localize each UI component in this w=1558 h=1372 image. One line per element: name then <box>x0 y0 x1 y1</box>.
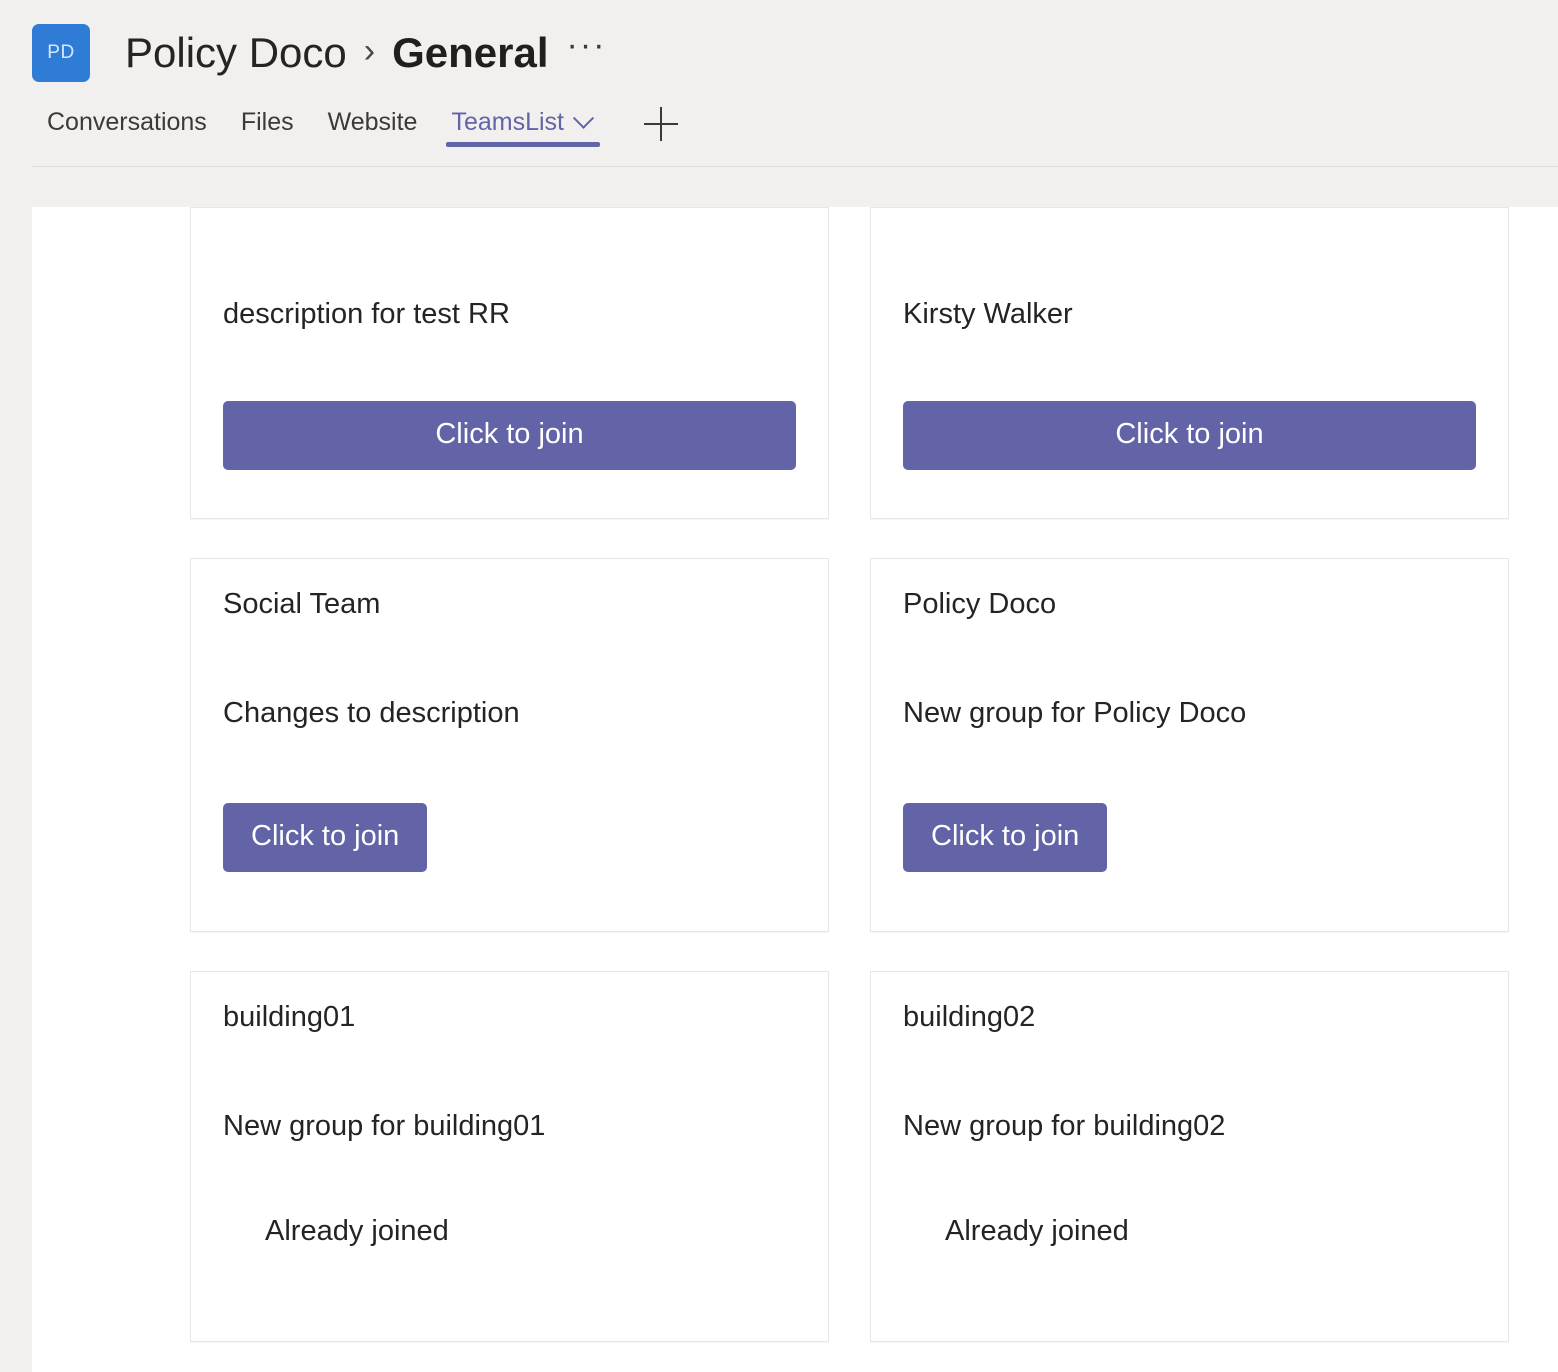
tab-website-label: Website <box>327 108 418 136</box>
team-card-description: New group for building01 <box>223 1109 546 1142</box>
card-row: Social Team Changes to description Click… <box>190 558 1530 932</box>
team-card-description: Changes to description <box>223 696 520 729</box>
more-options-icon[interactable]: ··· <box>567 27 607 62</box>
breadcrumb: Policy Doco › General ··· <box>125 27 607 74</box>
card-row: description for test RR Click to join Ki… <box>190 207 1530 519</box>
teamslist-content-area: description for test RR Click to join Ki… <box>32 207 1558 1372</box>
chevron-down-icon[interactable] <box>572 107 595 129</box>
team-card[interactable]: Policy Doco New group for Policy Doco Cl… <box>870 558 1509 932</box>
breadcrumb-channel-name[interactable]: General <box>392 32 548 74</box>
team-card-title: building02 <box>903 1001 1036 1033</box>
team-card-description: New group for building02 <box>903 1109 1226 1142</box>
tab-files[interactable]: Files <box>224 106 311 155</box>
team-card-description: Kirsty Walker <box>903 298 1073 331</box>
team-avatar-initials: PD <box>47 42 75 63</box>
team-card-description: description for test RR <box>223 298 510 331</box>
breadcrumb-team-name[interactable]: Policy Doco <box>125 32 347 74</box>
team-card[interactable]: description for test RR Click to join <box>190 207 829 519</box>
tab-teamslist-label: TeamsList <box>451 108 565 136</box>
card-row: building01 New group for building01 Alre… <box>190 971 1530 1342</box>
join-team-button[interactable]: Click to join <box>223 401 796 470</box>
team-card-description: New group for Policy Doco <box>903 696 1247 729</box>
tab-website[interactable]: Website <box>311 106 435 155</box>
teams-app-window: PD Policy Doco › General ··· Conversatio… <box>0 0 1558 1372</box>
teams-card-grid: description for test RR Click to join Ki… <box>190 207 1530 1342</box>
team-card[interactable]: Kirsty Walker Click to join <box>870 207 1509 519</box>
channel-tab-bar: Conversations Files Website TeamsList <box>0 106 1558 168</box>
tab-conversations[interactable]: Conversations <box>30 106 224 155</box>
already-joined-status: Already joined <box>945 1214 1129 1247</box>
tab-conversations-label: Conversations <box>47 108 207 136</box>
channel-header: PD Policy Doco › General ··· <box>0 0 1558 106</box>
team-card-title: building01 <box>223 1001 356 1033</box>
tab-teamslist[interactable]: TeamsList <box>434 106 608 155</box>
already-joined-status: Already joined <box>265 1214 449 1247</box>
team-avatar: PD <box>32 24 90 82</box>
join-team-button[interactable]: Click to join <box>903 401 1476 470</box>
join-team-button[interactable]: Click to join <box>223 802 428 872</box>
team-card[interactable]: building02 New group for building02 Alre… <box>870 971 1509 1342</box>
add-tab-button[interactable] <box>630 106 692 144</box>
join-team-button[interactable]: Click to join <box>903 802 1108 872</box>
chevron-right-icon: › <box>363 32 376 70</box>
team-card[interactable]: building01 New group for building01 Alre… <box>190 971 829 1342</box>
tabbar-divider <box>32 166 1558 167</box>
tab-files-label: Files <box>240 108 294 136</box>
team-card[interactable]: Social Team Changes to description Click… <box>190 558 829 932</box>
team-card-title: Social Team <box>223 588 381 620</box>
team-card-title: Policy Doco <box>903 588 1057 620</box>
